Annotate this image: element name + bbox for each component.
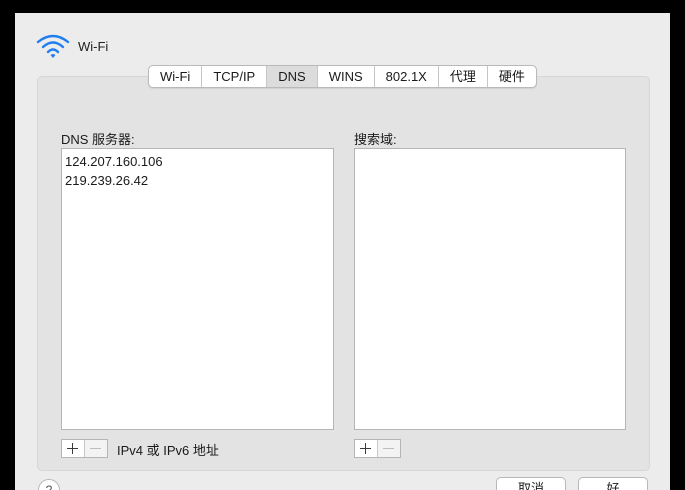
help-button[interactable]: ? <box>38 479 60 490</box>
tab-tcpip[interactable]: TCP/IP <box>202 66 268 87</box>
tab-wins[interactable]: WINS <box>318 66 375 87</box>
cancel-button[interactable]: 取消 <box>496 477 566 490</box>
dns-panel: DNS 服务器: 124.207.160.106 219.239.26.42 搜… <box>37 76 650 471</box>
title-row: Wi-Fi <box>36 31 108 61</box>
dns-add-remove-control <box>61 439 108 458</box>
tab-proxies[interactable]: 代理 <box>439 66 488 87</box>
window-title: Wi-Fi <box>78 38 109 54</box>
ok-button[interactable]: 好 <box>578 477 648 490</box>
network-settings-sheet: Wi-Fi DNS 服务器: 124.207.160.106 219.239.2… <box>15 13 670 490</box>
search-domains-label: 搜索域: <box>354 132 397 147</box>
dns-server-entry[interactable]: 219.239.26.42 <box>65 171 333 190</box>
search-remove-button[interactable] <box>377 440 400 457</box>
tab-wifi[interactable]: Wi-Fi <box>149 66 203 87</box>
search-add-remove-control <box>354 439 401 458</box>
wifi-icon <box>36 34 70 58</box>
dns-servers-label: DNS 服务器: <box>61 132 135 147</box>
dns-server-entry[interactable]: 124.207.160.106 <box>65 152 333 171</box>
minus-icon <box>90 448 101 449</box>
dns-address-hint: IPv4 或 IPv6 地址 <box>117 443 219 458</box>
dns-servers-list[interactable]: 124.207.160.106 219.239.26.42 <box>61 148 334 430</box>
tab-hardware[interactable]: 硬件 <box>488 66 536 87</box>
minus-icon <box>383 448 394 449</box>
tab-8021x[interactable]: 802.1X <box>375 66 439 87</box>
tab-bar: Wi-Fi TCP/IP DNS WINS 802.1X 代理 硬件 <box>148 65 537 88</box>
dns-remove-button[interactable] <box>84 440 107 457</box>
search-add-button[interactable] <box>355 440 377 457</box>
dns-add-button[interactable] <box>62 440 84 457</box>
tab-dns[interactable]: DNS <box>267 66 318 87</box>
search-domains-list[interactable] <box>354 148 626 430</box>
